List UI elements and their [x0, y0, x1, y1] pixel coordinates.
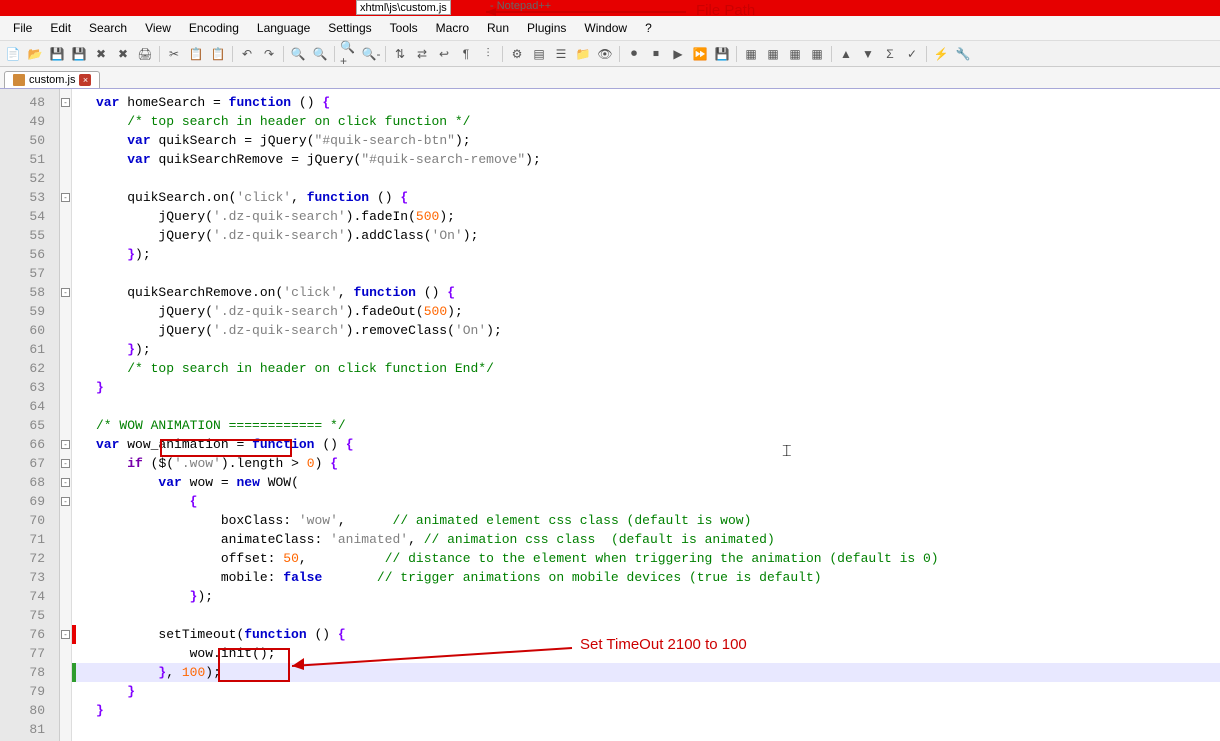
file-icon: [13, 74, 25, 86]
sync-v-icon[interactable]: ⇅: [391, 45, 409, 63]
folder-icon[interactable]: 📁: [574, 45, 592, 63]
copy-icon[interactable]: 📋: [187, 45, 205, 63]
sync-h-icon[interactable]: ⇄: [413, 45, 431, 63]
play-icon[interactable]: ▶: [669, 45, 687, 63]
close-all-icon[interactable]: ✖: [114, 45, 132, 63]
doc-map-icon[interactable]: ▤: [530, 45, 548, 63]
zoom-in-icon[interactable]: 🔍+: [340, 45, 358, 63]
redo-icon[interactable]: ↷: [260, 45, 278, 63]
spell-icon[interactable]: ✓: [903, 45, 921, 63]
menu-run[interactable]: Run: [478, 19, 518, 37]
tool1-icon[interactable]: ⚡: [932, 45, 950, 63]
menu-window[interactable]: Window: [575, 19, 636, 37]
menu-tools[interactable]: Tools: [381, 19, 427, 37]
replace-icon[interactable]: 🔍: [311, 45, 329, 63]
fn-list-icon[interactable]: ☰: [552, 45, 570, 63]
menu-edit[interactable]: Edit: [41, 19, 80, 37]
annotation-timeout-label: Set TimeOut 2100 to 100: [580, 636, 747, 653]
save-macro-icon[interactable]: 💾: [713, 45, 731, 63]
tab-customjs[interactable]: custom.js ×: [4, 71, 100, 88]
annotation-filepath-label: File Path: [696, 2, 755, 19]
menu-view[interactable]: View: [136, 19, 180, 37]
record-icon[interactable]: ⏺: [625, 45, 643, 63]
monitor-icon[interactable]: 👁: [596, 45, 614, 63]
tab-label: custom.js: [29, 74, 75, 86]
annotation-timeout-box: [218, 648, 290, 682]
menu-bar: FileEditSearchViewEncodingLanguageSettin…: [0, 16, 1220, 41]
word-wrap-icon[interactable]: ↩: [435, 45, 453, 63]
undo-icon[interactable]: ↶: [238, 45, 256, 63]
tab-close-icon[interactable]: ×: [79, 74, 91, 86]
tab-bar: custom.js ×: [0, 67, 1220, 89]
menu-language[interactable]: Language: [248, 19, 319, 37]
menu-encoding[interactable]: Encoding: [180, 19, 248, 37]
panel1-icon[interactable]: ▦: [742, 45, 760, 63]
annotation-filepath-arrow: [486, 8, 696, 18]
find-icon[interactable]: 🔍: [289, 45, 307, 63]
title-file-path: xhtml\js\custom.js: [356, 0, 451, 15]
save-all-icon[interactable]: 💾: [70, 45, 88, 63]
paste-icon[interactable]: 📋: [209, 45, 227, 63]
annotation-timeout-arrow: [292, 644, 582, 674]
lang-icon[interactable]: ⚙: [508, 45, 526, 63]
menu-plugins[interactable]: Plugins: [518, 19, 575, 37]
fold-column[interactable]: --------: [60, 89, 72, 741]
text-cursor-icon: ⌶: [782, 443, 792, 461]
open-file-icon[interactable]: 📂: [26, 45, 44, 63]
new-file-icon[interactable]: 📄: [4, 45, 22, 63]
panel2-icon[interactable]: ▦: [764, 45, 782, 63]
tool2-icon[interactable]: 🔧: [954, 45, 972, 63]
sigma-icon[interactable]: Σ: [881, 45, 899, 63]
close-icon[interactable]: ✖: [92, 45, 110, 63]
menu-macro[interactable]: Macro: [427, 19, 478, 37]
tri-up-icon[interactable]: ▲: [837, 45, 855, 63]
menu-settings[interactable]: Settings: [319, 19, 380, 37]
cut-icon[interactable]: ✂: [165, 45, 183, 63]
stop-icon[interactable]: ⏹: [647, 45, 665, 63]
save-icon[interactable]: 💾: [48, 45, 66, 63]
menu-file[interactable]: File: [4, 19, 41, 37]
line-number-gutter: 4849505152535455565758596061626364656667…: [0, 89, 60, 741]
tri-down-icon[interactable]: ▼: [859, 45, 877, 63]
annotation-wow-animation-box: [160, 439, 292, 457]
show-all-icon[interactable]: ¶: [457, 45, 475, 63]
play-multi-icon[interactable]: ⏩: [691, 45, 709, 63]
menu-[interactable]: ?: [636, 19, 661, 37]
indent-guide-icon[interactable]: ⫶: [479, 45, 497, 63]
tool-bar: 📄 📂 💾 💾 ✖ ✖ 🖨 ✂ 📋 📋 ↶ ↷ 🔍 🔍 🔍+ 🔍- ⇅ ⇄ ↩ …: [0, 41, 1220, 67]
panel3-icon[interactable]: ▦: [786, 45, 804, 63]
panel4-icon[interactable]: ▦: [808, 45, 826, 63]
zoom-out-icon[interactable]: 🔍-: [362, 45, 380, 63]
menu-search[interactable]: Search: [80, 19, 136, 37]
print-icon[interactable]: 🖨: [136, 45, 154, 63]
